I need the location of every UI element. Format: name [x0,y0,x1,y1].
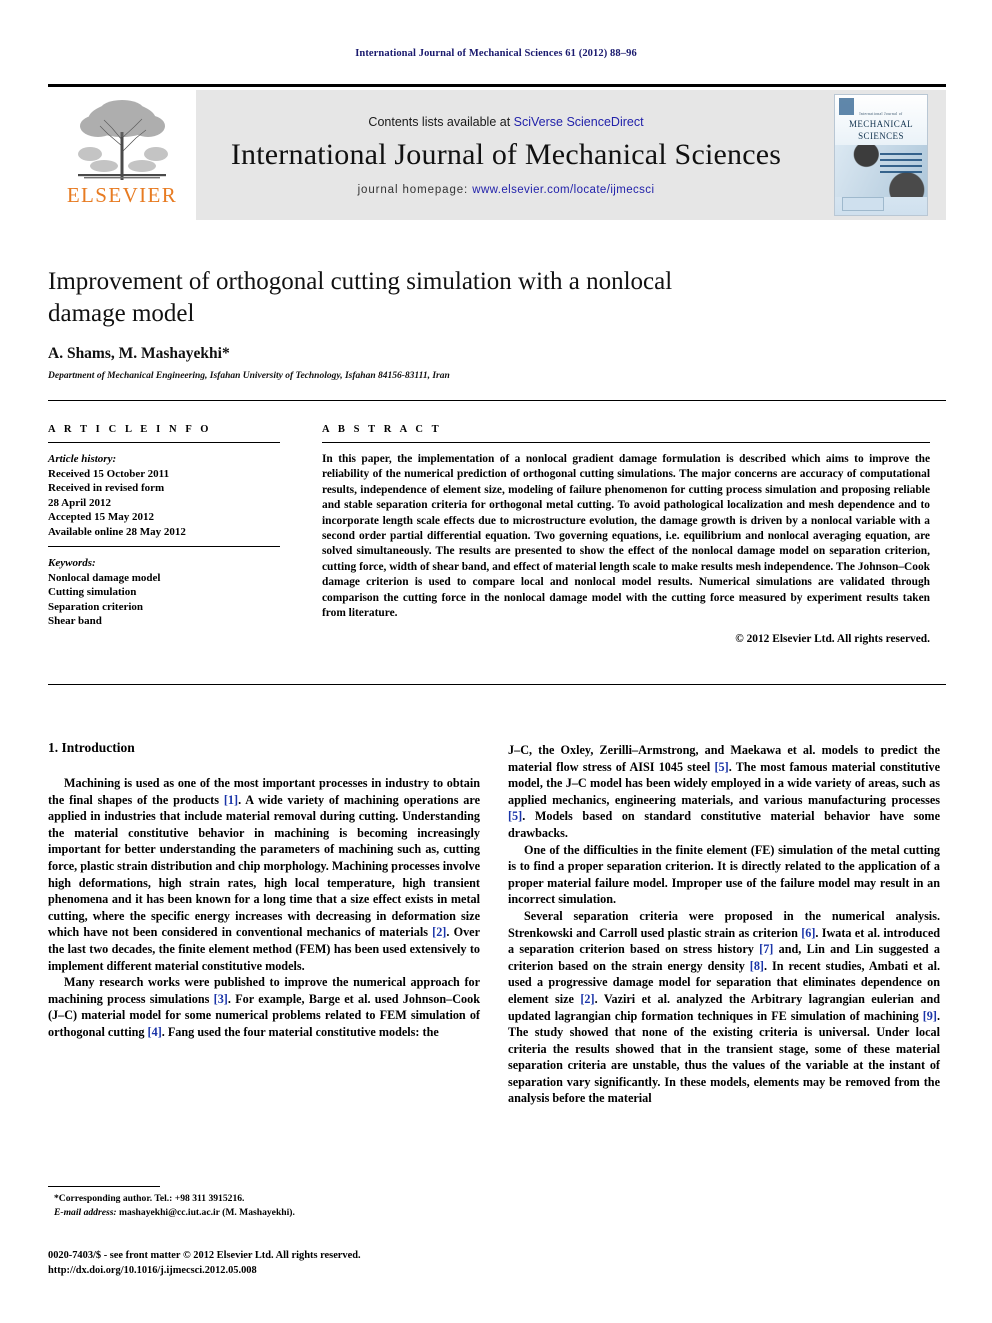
article-authors: A. Shams, M. Mashayekhi* [48,345,230,362]
email-address[interactable]: mashayekhi@cc.iut.ac.ir (M. Mashayekhi). [117,1207,295,1218]
email-label: E-mail address: [54,1206,117,1218]
cover-line-3: SCIENCES [858,131,904,141]
journal-masthead: ELSEVIER Contents lists available at Sci… [48,84,946,220]
paragraph: Several separation criteria were propose… [508,908,941,1106]
abstract-divider [322,442,930,443]
history-revised-label: Received in revised form [48,482,165,494]
citation-ref[interactable]: [5] [714,760,728,774]
citation-ref[interactable]: [2] [432,925,446,939]
abstract-heading: A B S T R A C T [322,424,442,435]
imprint-block: 0020-7403/$ - see front matter © 2012 El… [48,1248,488,1278]
keyword-item: Shear band [48,615,102,627]
article-info-heading: A R T I C L E I N F O [48,424,212,435]
issn-line: 0020-7403/$ - see front matter © 2012 El… [48,1250,361,1261]
journal-article-page: International Journal of Mechanical Scie… [0,0,992,1323]
keyword-item: Cutting simulation [48,586,137,598]
journal-cover-thumbnail: International Journal of MECHANICAL SCIE… [834,94,928,216]
history-available-online: Available online 28 May 2012 [48,525,186,538]
citation-ref[interactable]: [6] [801,926,815,940]
cover-line-2: MECHANICAL [849,119,913,129]
citation-ref[interactable]: [4] [148,1025,162,1039]
corresponding-author-footnote: *Corresponding author. Tel.: +98 311 391… [54,1192,474,1219]
citation-ref[interactable]: [5] [508,809,522,823]
citation-ref[interactable]: [8] [750,959,764,973]
paragraph: One of the difficulties in the finite el… [508,842,940,907]
keyword-item: Nonlocal damage model [48,571,161,584]
section-heading-introduction: 1. Introduction [48,740,135,755]
body-column-right: J–C, the Oxley, Zerilli–Armstrong, and M… [508,742,940,1107]
running-head: International Journal of Mechanical Scie… [355,48,637,59]
homepage-prefix: journal homepage: [357,183,473,196]
corresponding-author-line: *Corresponding author. Tel.: +98 311 391… [54,1193,245,1204]
journal-cover-container: International Journal of MECHANICAL SCIE… [816,90,946,220]
citation-ref[interactable]: [2] [580,992,594,1006]
paragraph: J–C, the Oxley, Zerilli–Armstrong, and M… [508,743,941,840]
sciencedirect-link[interactable]: SciVerse ScienceDirect [514,115,644,129]
info-divider [48,442,280,443]
journal-homepage-line: journal homepage: www.elsevier.com/locat… [358,184,655,196]
cover-topic-lines [880,153,922,177]
citation-ref[interactable]: [9] [923,1009,937,1023]
journal-title: International Journal of Mechanical Scie… [230,137,782,171]
footnote-divider [48,1186,160,1187]
keywords-divider [48,546,280,547]
article-history-label: Article history: [48,453,117,465]
history-accepted: Accepted 15 May 2012 [48,511,155,523]
keywords-block: Keywords: Nonlocal damage model Cutting … [48,556,280,629]
citation-ref[interactable]: [7] [759,942,773,956]
cover-footer-badge [842,197,884,211]
journal-homepage-link[interactable]: www.elsevier.com/locate/ijmecsci [472,184,654,196]
cover-line-1: International Journal of [859,112,903,116]
doi-line[interactable]: http://dx.doi.org/10.1016/j.ijmecsci.201… [48,1263,488,1278]
author-affiliation: Department of Mechanical Engineering, Is… [48,371,450,381]
abstract-text: In this paper, the implementation of a n… [322,453,930,620]
abstract-copyright: © 2012 Elsevier Ltd. All rights reserved… [735,633,930,646]
contents-prefix: Contents lists available at [368,114,514,129]
email-line: E-mail address: mashayekhi@cc.iut.ac.ir … [54,1206,474,1220]
history-received: Received 15 October 2011 [48,467,170,480]
keywords-label: Keywords: [48,557,96,569]
history-revised-date: 28 April 2012 [48,496,111,509]
abstract-column: A B S T R A C T In this paper, the imple… [322,424,930,645]
journal-band: Contents lists available at SciVerse Sci… [196,90,816,220]
paragraph: Many research works were published to im… [48,975,481,1039]
citation-ref[interactable]: [1] [224,793,238,807]
elsevier-logo: ELSEVIER [48,90,196,220]
paragraph: Machining is used as one of the most imp… [48,776,480,973]
citation-ref[interactable]: [3] [214,992,228,1006]
keyword-item: Separation criterion [48,600,144,613]
article-title: Improvement of orthogonal cutting simula… [48,268,673,327]
article-info-column: A R T I C L E I N F O Article history: R… [48,424,280,629]
body-column-left: Machining is used as one of the most imp… [48,775,480,1041]
contents-available-line: Contents lists available at SciVerse Sci… [368,115,643,129]
elsevier-wordmark: ELSEVIER [66,183,178,207]
elsevier-tree-icon [78,100,168,180]
